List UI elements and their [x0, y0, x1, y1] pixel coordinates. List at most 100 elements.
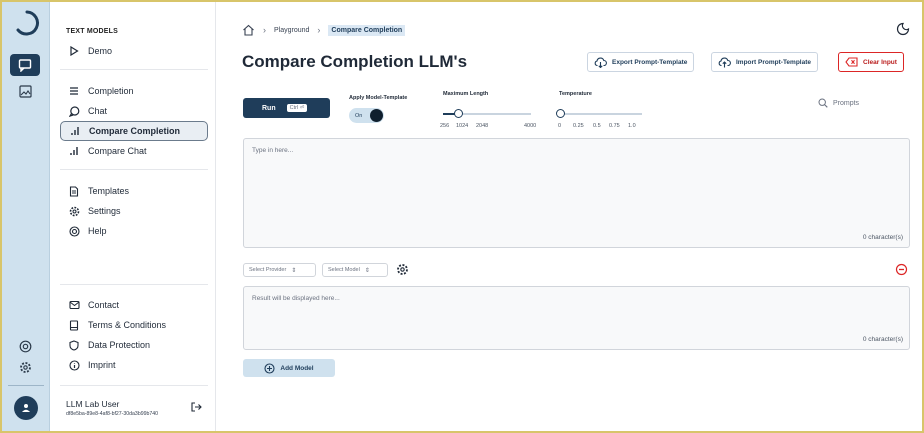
- remove-model-button[interactable]: [895, 263, 908, 281]
- sidebar-divider: [60, 169, 208, 170]
- model-settings-button[interactable]: [396, 263, 409, 281]
- sidebar-item-data-protection[interactable]: Data Protection: [60, 335, 208, 355]
- user-avatar[interactable]: [14, 396, 38, 420]
- model-select[interactable]: Select Model ⇕: [322, 263, 388, 277]
- lines-icon: [68, 85, 80, 97]
- prompt-char-count: 0 character(s): [862, 234, 903, 241]
- gear-icon: [397, 264, 408, 275]
- sidebar-item-compare-chat[interactable]: Compare Chat: [60, 141, 208, 161]
- clear-icon: [845, 57, 858, 67]
- sidebar-item-label: Settings: [88, 206, 121, 216]
- shield-icon: [68, 339, 80, 351]
- sidebar-item-contact[interactable]: Contact: [60, 295, 208, 315]
- user-name: LLM Lab User: [66, 399, 120, 409]
- sidebar-item-compare-completion[interactable]: Compare Completion: [60, 121, 208, 141]
- sidebar-item-label: Demo: [88, 46, 113, 56]
- lifebuoy-icon: [68, 225, 80, 237]
- cloud-download-icon: [594, 57, 607, 68]
- sidebar-item-settings[interactable]: Settings: [60, 201, 208, 221]
- export-template-button[interactable]: Export Prompt-Template: [587, 52, 695, 72]
- temperature-thumb[interactable]: [556, 109, 565, 118]
- cloud-upload-icon: [718, 57, 731, 67]
- max-length-tick-1: 1024: [456, 123, 469, 129]
- sidebar-divider: [60, 385, 208, 386]
- sidebar-item-label: Compare Completion: [89, 126, 181, 136]
- sidebar-item-label: Data Protection: [88, 340, 151, 350]
- temperature-tick-1: 0.25: [573, 123, 584, 129]
- max-length-tick-0: 256: [440, 123, 450, 129]
- play-icon: [68, 45, 80, 57]
- user-info: LLM Lab User df8e5ba-89e8-4af8-bf27-30da…: [66, 399, 158, 417]
- document-icon: [68, 185, 80, 197]
- help-rail-button[interactable]: [10, 335, 40, 357]
- image-models-rail-button[interactable]: [10, 80, 40, 102]
- prompt-input[interactable]: Type in here... 0 character(s): [243, 138, 910, 248]
- sidebar-heading: TEXT MODELS: [66, 28, 118, 35]
- chevron-updown-icon: ⇕: [291, 267, 297, 274]
- run-shortcut: Ctrl ⏎: [286, 104, 308, 112]
- user-icon: [22, 404, 30, 412]
- clear-input-button[interactable]: Clear Input: [838, 52, 904, 72]
- sidebar-item-label: Templates: [88, 186, 130, 196]
- sidebar-item-label: Help: [88, 226, 107, 236]
- sidebar-item-label: Chat: [88, 106, 108, 116]
- page-title: Compare Completion LLM's: [242, 52, 468, 71]
- chat-bubble-icon: [18, 59, 32, 72]
- add-model-button[interactable]: Add Model: [243, 359, 335, 377]
- search-icon: [818, 98, 828, 108]
- app-logo-icon: [16, 10, 39, 36]
- theme-toggle[interactable]: [896, 22, 910, 41]
- temperature-slider[interactable]: [556, 109, 642, 118]
- sidebar-item-label: Terms & Conditions: [88, 320, 167, 330]
- icon-rail: [2, 2, 50, 431]
- sidebar-item-imprint[interactable]: Imprint: [60, 355, 208, 375]
- temperature-tick-0: 0: [558, 123, 562, 129]
- info-icon: [68, 359, 80, 371]
- settings-rail-button[interactable]: [10, 356, 40, 378]
- breadcrumb-separator: ›: [317, 25, 321, 35]
- temperature-tick-2: 0.5: [593, 123, 601, 129]
- sidebar-divider: [60, 69, 208, 70]
- result-char-count: 0 character(s): [862, 336, 903, 343]
- sidebar-item-completion[interactable]: Completion: [60, 81, 208, 101]
- mail-icon: [68, 299, 80, 311]
- text-models-rail-button[interactable]: [10, 54, 40, 76]
- sidebar-item-label: Contact: [88, 300, 120, 310]
- clipboard-icon: [68, 319, 80, 331]
- sidebar-item-templates[interactable]: Templates: [60, 181, 208, 201]
- bar-chart-icon: [68, 145, 80, 157]
- result-output: Result will be displayed here... 0 chara…: [243, 286, 910, 350]
- result-placeholder: Result will be displayed here...: [252, 295, 340, 302]
- sidebar: TEXT MODELS Demo Completion Chat Compare…: [50, 2, 216, 431]
- sidebar-item-help[interactable]: Help: [60, 221, 208, 241]
- sidebar-item-chat[interactable]: Chat: [60, 101, 208, 121]
- toggle-knob: [370, 109, 383, 122]
- home-icon[interactable]: [242, 24, 255, 36]
- provider-select[interactable]: Select Provider ⇕: [243, 263, 316, 277]
- max-length-label: Maximum Length: [443, 91, 489, 97]
- add-model-label: Add Model: [280, 364, 314, 372]
- breadcrumb: › Playground › Compare Completion: [242, 24, 406, 36]
- sidebar-item-label: Completion: [88, 86, 134, 96]
- temperature-label: Temperature: [559, 91, 592, 97]
- max-length-tick-2: 2048: [476, 123, 489, 129]
- import-label: Import Prompt-Template: [736, 58, 811, 66]
- breadcrumb-current: Compare Completion: [328, 24, 406, 36]
- max-length-tick-3: 4000: [524, 123, 537, 129]
- max-length-thumb[interactable]: [454, 109, 463, 118]
- sidebar-item-demo[interactable]: Demo: [60, 41, 208, 61]
- apply-template-toggle[interactable]: On: [349, 108, 384, 123]
- prompts-label: Prompts: [833, 99, 860, 107]
- max-length-slider[interactable]: [443, 109, 531, 118]
- gear-icon: [68, 205, 80, 217]
- logout-button[interactable]: [190, 400, 202, 418]
- provider-select-label: Select Provider: [249, 267, 287, 273]
- sidebar-item-terms[interactable]: Terms & Conditions: [60, 315, 208, 335]
- chevron-updown-icon: ⇕: [364, 267, 370, 274]
- model-select-label: Select Model: [328, 267, 360, 273]
- prompts-search-button[interactable]: Prompts: [818, 98, 859, 108]
- run-button[interactable]: Run Ctrl ⏎: [243, 98, 330, 118]
- image-icon: [18, 84, 32, 98]
- breadcrumb-playground[interactable]: Playground: [274, 27, 309, 34]
- import-template-button[interactable]: Import Prompt-Template: [711, 52, 818, 72]
